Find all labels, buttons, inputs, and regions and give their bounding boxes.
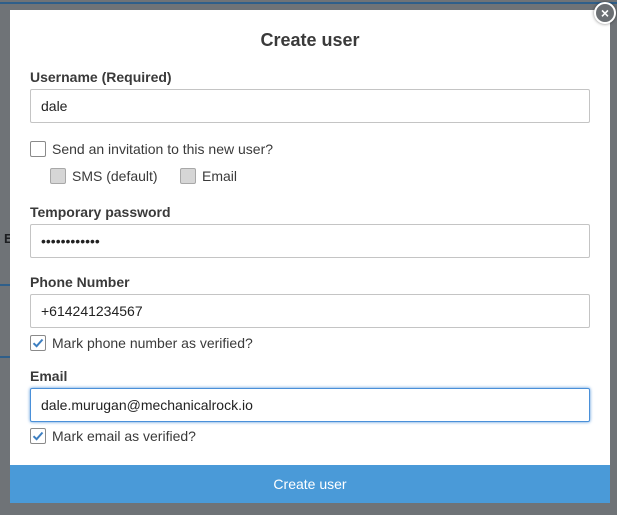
email-invite-checkbox bbox=[180, 168, 196, 184]
create-user-dialog: Create user Username (Required) Send an … bbox=[10, 10, 610, 503]
temporary-password-label: Temporary password bbox=[30, 204, 171, 220]
username-label: Username (Required) bbox=[30, 69, 172, 85]
email-verified-label: Mark email as verified? bbox=[52, 428, 196, 444]
email-input[interactable] bbox=[30, 388, 590, 422]
backdrop-rule bbox=[0, 2, 617, 4]
email-option-row: Email bbox=[180, 168, 237, 184]
email-option-label: Email bbox=[202, 168, 238, 184]
invite-checkbox[interactable] bbox=[30, 141, 46, 157]
backdrop-rule bbox=[0, 356, 10, 358]
phone-verified-label: Mark phone number as verified? bbox=[52, 335, 253, 351]
sms-checkbox bbox=[50, 168, 66, 184]
temporary-password-input[interactable] bbox=[30, 224, 590, 258]
email-label: Email bbox=[30, 368, 68, 384]
create-user-button[interactable]: Create user bbox=[10, 465, 610, 503]
phone-number-input[interactable] bbox=[30, 294, 590, 328]
email-verified-checkbox[interactable] bbox=[30, 428, 46, 444]
phone-verified-row[interactable]: Mark phone number as verified? bbox=[30, 335, 253, 351]
phone-number-label: Phone Number bbox=[30, 274, 130, 290]
sms-option-label: SMS (default) bbox=[72, 168, 158, 184]
invite-checkbox-row[interactable]: Send an invitation to this new user? bbox=[30, 141, 273, 157]
phone-verified-checkbox[interactable] bbox=[30, 335, 46, 351]
checkmark-icon bbox=[32, 431, 44, 441]
invite-checkbox-label: Send an invitation to this new user? bbox=[52, 141, 274, 157]
backdrop-rule bbox=[0, 284, 10, 286]
dialog-title: Create user bbox=[260, 30, 360, 50]
close-button[interactable]: × bbox=[594, 2, 616, 24]
checkmark-icon bbox=[32, 338, 44, 348]
close-icon: × bbox=[600, 5, 610, 21]
email-verified-row[interactable]: Mark email as verified? bbox=[30, 428, 196, 444]
sms-option-row: SMS (default) bbox=[50, 168, 158, 184]
username-input[interactable] bbox=[30, 89, 590, 123]
